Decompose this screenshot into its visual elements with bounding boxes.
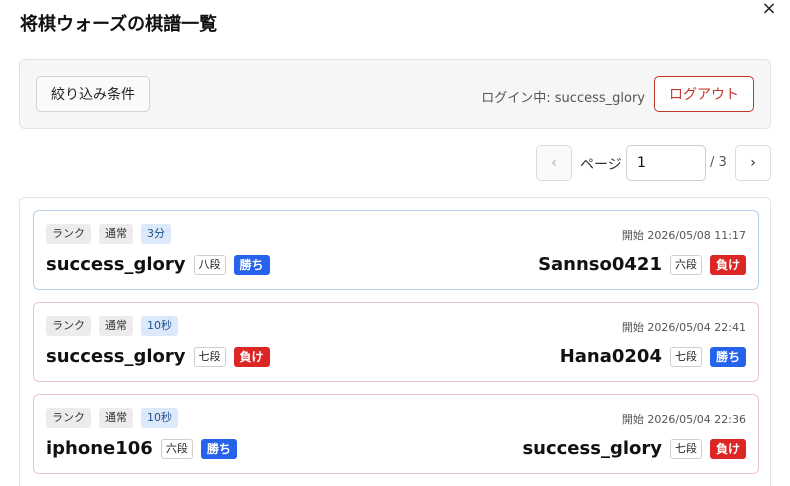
player-rank: 七段 — [669, 438, 702, 459]
login-status: ログイン中: success_glory — [481, 91, 645, 106]
game-record-dialog: 将棋ウォーズの棋譜一覧 × 絞り込み条件 ログイン中: success_glor… — [0, 0, 790, 486]
tag-category: ランク — [46, 224, 91, 244]
game-card[interactable]: ランク 通常 10秒 開始 2026/05/04 22:36 iphone106… — [33, 394, 759, 474]
dialog-title: 将棋ウォーズの棋譜一覧 — [20, 14, 218, 35]
player-name: Hana0204 — [559, 346, 662, 367]
result-badge: 負け — [709, 438, 746, 459]
prev-page-button[interactable]: ‹ — [536, 145, 572, 181]
next-page-button[interactable]: › — [735, 145, 771, 181]
player-rank: 六段 — [669, 254, 702, 275]
tag-time: 10秒 — [141, 316, 178, 336]
player-right: success_glory 七段 負け — [522, 438, 746, 459]
start-time: 開始 2026/05/08 11:17 — [621, 229, 746, 242]
tag-time: 3分 — [141, 224, 171, 244]
tag-mode: 通常 — [99, 224, 133, 244]
player-name: success_glory — [46, 254, 186, 275]
filter-bar: 絞り込み条件 ログイン中: success_glory ログアウト — [19, 59, 771, 129]
tag-category: ランク — [46, 408, 91, 428]
tag-category: ランク — [46, 316, 91, 336]
result-badge: 負け — [709, 254, 746, 275]
tag-time: 10秒 — [141, 408, 178, 428]
player-right: Sannso0421 六段 負け — [538, 254, 746, 275]
start-time: 開始 2026/05/04 22:36 — [621, 413, 746, 426]
tag-mode: 通常 — [99, 316, 133, 336]
result-badge: 勝ち — [233, 254, 270, 275]
player-rank: 八段 — [193, 254, 226, 275]
player-name: success_glory — [46, 346, 186, 367]
player-left: iphone106 六段 勝ち — [46, 438, 237, 459]
logout-button[interactable]: ログアウト — [654, 76, 754, 112]
game-card[interactable]: ランク 通常 10秒 開始 2026/05/04 22:41 success_g… — [33, 302, 759, 382]
player-rank: 六段 — [160, 438, 193, 459]
close-icon[interactable]: × — [759, 0, 779, 20]
chevron-right-icon: › — [750, 155, 756, 171]
game-list: ランク 通常 3分 開始 2026/05/08 11:17 success_gl… — [19, 197, 771, 486]
player-rank: 七段 — [669, 346, 702, 367]
page-input[interactable] — [626, 145, 706, 181]
player-left: success_glory 八段 勝ち — [46, 254, 270, 275]
result-badge: 勝ち — [200, 438, 237, 459]
player-name: Sannso0421 — [538, 254, 662, 275]
filter-button[interactable]: 絞り込み条件 — [36, 76, 150, 112]
player-left: success_glory 七段 負け — [46, 346, 270, 367]
page-label: ページ — [580, 157, 622, 173]
player-name: success_glory — [522, 438, 662, 459]
chevron-left-icon: ‹ — [551, 155, 557, 171]
player-rank: 七段 — [193, 346, 226, 367]
player-name: iphone106 — [46, 438, 153, 459]
game-card[interactable]: ランク 通常 3分 開始 2026/05/08 11:17 success_gl… — [33, 210, 759, 290]
start-time: 開始 2026/05/04 22:41 — [621, 321, 746, 334]
tag-mode: 通常 — [99, 408, 133, 428]
player-right: Hana0204 七段 勝ち — [560, 346, 746, 367]
page-total: / 3 — [710, 155, 727, 170]
result-badge: 負け — [233, 346, 270, 367]
result-badge: 勝ち — [709, 346, 746, 367]
